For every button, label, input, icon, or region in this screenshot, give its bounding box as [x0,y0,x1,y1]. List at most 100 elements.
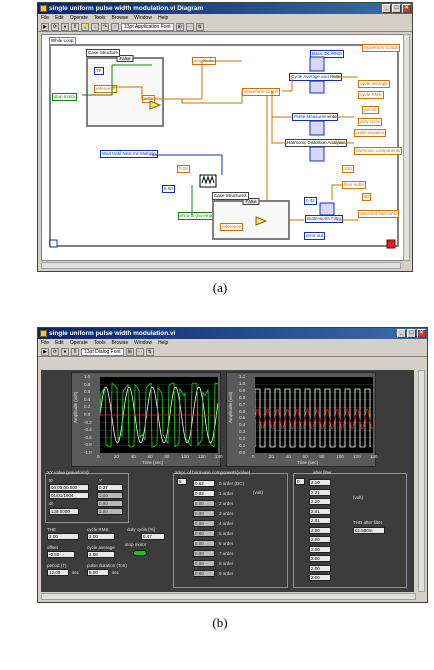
maximize-button-2[interactable]: □ [407,329,416,338]
menu-edit[interactable]: Edit [55,14,64,22]
y-value-1[interactable]: 1.00 [97,492,123,499]
diagram-hscroll[interactable] [41,262,401,269]
harmonic-index[interactable]: 5 [177,478,187,485]
run-continuous-icon-2[interactable]: ⟳ [51,347,59,356]
filter-value[interactable]: 2.01 [309,507,331,515]
loop-condition-icon [386,239,396,249]
filter-value[interactable]: 2.10 [309,479,331,486]
harmonic-value[interactable]: 0.00 [193,510,215,517]
duty-cycle-value[interactable]: 0.47 [141,533,165,540]
pwm-square-trace [254,388,371,448]
menu-browse[interactable]: Browse [111,14,128,22]
y-value-3[interactable]: 1.00 [97,508,123,515]
pulse-duration-value[interactable]: 5.00 [87,569,109,576]
wire-pulse [271,91,292,118]
wire-order [331,184,342,200]
diagram-canvas[interactable]: While Loop False Case Structure referenc… [41,34,407,261]
font-selector[interactable]: 13pt Application Font [121,22,174,31]
y-label: Y [99,478,103,483]
run-arrow-icon-2[interactable]: ▶ [41,347,49,356]
font-selector-2[interactable]: 13pt Dialog Font [81,347,124,356]
t0-date[interactable]: 01/01/1904 [49,492,89,499]
filter-value[interactable]: 2.00 [309,574,331,581]
filter-index[interactable]: 0 [295,478,305,485]
pause-icon[interactable]: ‖ [71,22,79,31]
t0-time[interactable]: 00:00:00.000 [49,484,89,491]
filter-value[interactable]: 2.01 [309,517,331,524]
menu-operate[interactable]: Operate [70,14,88,22]
chart-1-ytick: -1.0 [84,450,92,455]
waveform-chart-2[interactable]: 1.1 1.0 0.9 0.8 0.7 0.6 0.5 0.4 0.3 0.2 0.1 0.0 0 20… [226,372,378,467]
chart-2-ytick: 0.8 [239,394,246,400]
waveform-chart-1[interactable]: 1.0 0.8 0.6 0.4 0.2 0.0 -0.2 -0.4 -0.6 -0.8 -1.0 0… [71,372,223,467]
menu-file[interactable]: File [41,14,49,22]
dt-value[interactable]: 128.0000 [49,508,79,515]
cycle-rms-value[interactable]: 2.00 [87,533,115,540]
diagram-titlebar[interactable]: single uniform pulse width modulation.vi… [38,3,412,14]
harmonic-value[interactable]: 0.00 [193,540,215,547]
menu-file-2[interactable]: File [41,339,49,347]
close-button[interactable]: × [402,4,411,13]
panel-titlebar[interactable]: single uniform pulse width modulation.vi… [38,328,427,339]
harmonic-value[interactable]: 0.02 [193,490,215,497]
harmonic-order-label: 2 order [219,501,234,506]
filter-value[interactable]: 2.00 [309,536,331,543]
minimize-button[interactable]: _ [382,4,391,13]
distribute-icon-2[interactable]: ⋯ [135,347,144,356]
offset-value[interactable]: -0.50 [47,551,75,558]
cycle-average-value[interactable]: 2.88 [87,551,115,558]
chart-2-xtick: 20 [268,454,274,459]
run-arrow-icon[interactable]: ▶ [41,22,49,31]
panel-vscroll[interactable] [418,370,425,592]
harmonic-value[interactable]: 0.00 [193,520,215,527]
align-icon-2[interactable]: ⊞ [125,347,134,356]
menu-operate-2[interactable]: Operate [70,339,88,347]
diagram-menubar: File Edit Operate Tools Browse Window He… [38,14,412,22]
chart-2-xtick: 120 [353,454,361,459]
maximize-button[interactable]: □ [392,4,401,13]
filter-value[interactable]: 2.21 [309,488,331,496]
align-icon[interactable]: ⊞ [175,22,184,31]
menu-browse-2[interactable]: Browse [111,339,128,347]
abort-icon[interactable]: ● [61,22,69,31]
harmonic-value[interactable]: 0.00 [193,570,215,577]
harmonic-value[interactable]: 0.00 [193,500,215,507]
menu-window-2[interactable]: Window [134,339,152,347]
menu-help[interactable]: Help [158,14,168,22]
step-into-icon[interactable]: ↓ [91,22,99,31]
pause-icon-2[interactable]: ‖ [71,347,79,356]
harmonic-value[interactable]: 0.00 [193,530,215,537]
menu-edit-2[interactable]: Edit [55,339,64,347]
menu-help-2[interactable]: Help [158,339,168,347]
chart-2-xtick: 40 [285,454,291,459]
close-button-2[interactable]: × [417,329,426,338]
step-over-icon[interactable]: ↷ [101,22,109,31]
menu-tools-2[interactable]: Tools [94,339,106,347]
minimize-button-2[interactable]: _ [397,329,406,338]
filter-value[interactable]: 2.00 [309,555,331,562]
diagram-vscroll[interactable] [403,34,410,261]
panel-hscroll[interactable] [41,593,416,600]
harmonic-value[interactable]: 0.62 [193,480,215,487]
abort-icon-2[interactable]: ● [61,347,69,356]
harmonic-value[interactable]: 0.00 [193,550,215,557]
filter-value[interactable]: 2.20 [309,498,331,505]
filter-value[interactable]: 2.00 [309,564,331,572]
step-out-icon[interactable]: ↑ [111,22,119,31]
run-continuous-icon[interactable]: ⟳ [51,22,59,31]
filter-value[interactable]: 2.00 [309,526,331,534]
reorder-icon-2[interactable]: ⇅ [145,347,154,356]
filter-value[interactable]: 2.00 [309,545,331,553]
thd-value[interactable]: 61.580m [353,527,385,534]
reorder-icon[interactable]: ⇅ [195,22,204,31]
period-value[interactable]: 12.00 [47,569,69,576]
harmonic-value[interactable]: 0.00 [193,560,215,567]
distribute-icon[interactable]: ⋯ [185,22,194,31]
menu-window[interactable]: Window [134,14,152,22]
menu-tools[interactable]: Tools [94,14,106,22]
stop-motor-button[interactable] [133,550,147,556]
highlight-icon[interactable]: 💡 [81,22,89,31]
y-value-0[interactable]: 0.27 [97,484,123,491]
the-value[interactable]: 2.00 [47,533,79,540]
y-value-2[interactable]: 0.90 [97,500,123,507]
